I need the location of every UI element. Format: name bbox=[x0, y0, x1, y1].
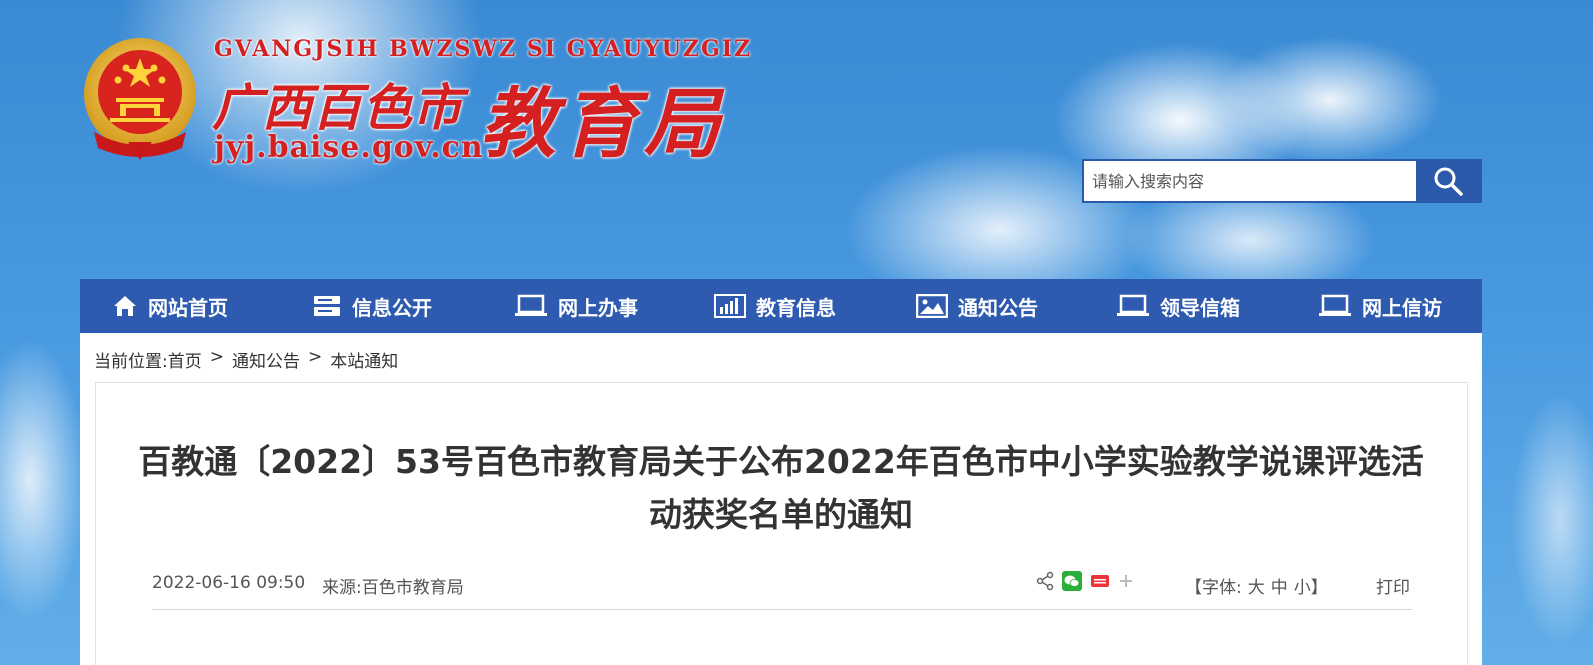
nav-item-online-petition[interactable]: 网上信访 bbox=[1318, 279, 1442, 333]
nav-item-label: 通知公告 bbox=[958, 295, 1038, 320]
search-box bbox=[1082, 159, 1482, 203]
breadcrumb-home-link[interactable]: 首页 bbox=[168, 347, 202, 372]
nav-item-label: 网上信访 bbox=[1362, 295, 1442, 320]
main-nav: 网站首页 信息公开 网上办事 教育信息 通知公告 领导信箱 网上信访 bbox=[80, 279, 1482, 333]
breadcrumb-separator: > bbox=[209, 347, 224, 367]
nav-item-label: 信息公开 bbox=[352, 295, 432, 320]
nav-item-label: 教育信息 bbox=[756, 295, 836, 320]
article-panel: 百教通〔2022〕53号百色市教育局关于公布2022年百色市中小学实验教学说课评… bbox=[95, 382, 1468, 665]
nav-item-online-service[interactable]: 网上办事 bbox=[514, 279, 638, 333]
search-input[interactable] bbox=[1084, 161, 1416, 201]
publish-date: 2022-06-16 09:50 bbox=[152, 573, 306, 593]
laptop-icon bbox=[1319, 294, 1351, 316]
nav-item-label: 领导信箱 bbox=[1160, 295, 1240, 320]
breadcrumb-prefix: 当前位置: bbox=[94, 352, 168, 372]
search-button[interactable] bbox=[1416, 161, 1480, 201]
breadcrumb-separator: > bbox=[307, 347, 323, 367]
wechat-icon[interactable] bbox=[1062, 571, 1082, 591]
nav-item-home[interactable]: 网站首页 bbox=[112, 279, 228, 333]
share-bar bbox=[1036, 571, 1134, 591]
nav-item-label: 网上办事 bbox=[558, 295, 638, 320]
national-emblem-icon bbox=[84, 38, 196, 160]
article-source: 来源:百色市教育局 bbox=[322, 578, 464, 598]
meta-divider bbox=[152, 609, 1412, 610]
share-icon[interactable] bbox=[1036, 571, 1054, 591]
site-name-bureau: 教育局 bbox=[480, 79, 726, 168]
plus-icon[interactable] bbox=[1118, 573, 1134, 589]
laptop-icon bbox=[515, 294, 547, 316]
laptop-icon bbox=[1117, 294, 1149, 316]
site-domain: jyj.baise.gov.cn bbox=[214, 130, 484, 165]
breadcrumb-notices-link[interactable]: 通知公告 bbox=[232, 347, 300, 372]
font-size-prefix: 【字体: bbox=[1185, 578, 1242, 598]
font-size-large-button[interactable]: 大 bbox=[1248, 578, 1265, 598]
toutiao-icon[interactable] bbox=[1090, 571, 1110, 591]
article-title: 百教通〔2022〕53号百色市教育局关于公布2022年百色市中小学实验教学说课评… bbox=[138, 442, 1424, 534]
breadcrumb-site-notice-link[interactable]: 本站通知 bbox=[330, 347, 398, 372]
site-name-pinyin: GVANGJSIH BWZSWZ SI GYAUYUZGIZ bbox=[214, 36, 753, 62]
font-size-medium-button[interactable]: 中 bbox=[1271, 578, 1288, 598]
image-icon bbox=[916, 294, 948, 318]
nav-item-leader-mailbox[interactable]: 领导信箱 bbox=[1116, 279, 1240, 333]
server-icon bbox=[314, 296, 340, 316]
font-size-control: 【字体: 大中小】 bbox=[1182, 573, 1331, 598]
content-area: 当前位置: 首页 > 通知公告 > 本站通知 百教通〔2022〕53号百色市教育… bbox=[80, 333, 1482, 665]
nav-item-notices[interactable]: 通知公告 bbox=[916, 279, 1038, 333]
bar-chart-icon bbox=[714, 294, 746, 318]
nav-item-edu-info[interactable]: 教育信息 bbox=[714, 279, 836, 333]
home-icon bbox=[114, 296, 136, 316]
breadcrumb: 当前位置: 首页 > 通知公告 > 本站通知 bbox=[94, 347, 398, 372]
nav-item-info-public[interactable]: 信息公开 bbox=[312, 279, 432, 333]
search-icon bbox=[1434, 167, 1463, 196]
nav-item-label: 网站首页 bbox=[148, 295, 228, 320]
font-size-small-button[interactable]: 小】 bbox=[1294, 578, 1328, 598]
print-button[interactable]: 打印 bbox=[1376, 573, 1410, 598]
